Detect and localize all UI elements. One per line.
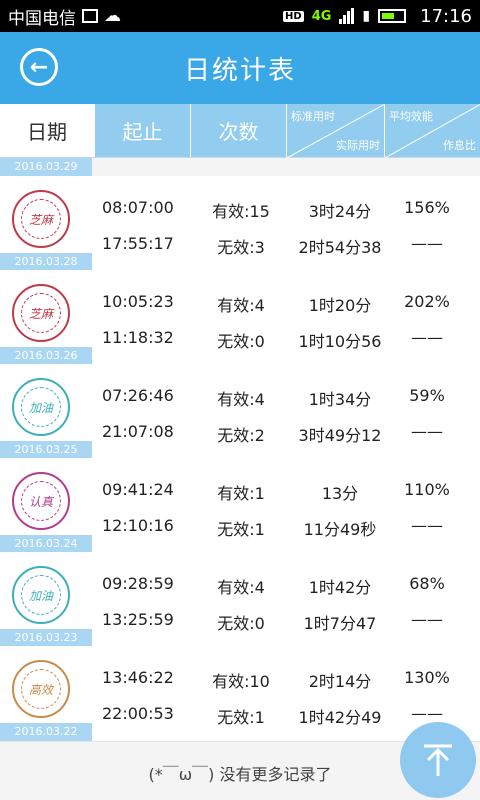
table-row[interactable]: 加油 2016.03.23 09:28:59 13:25:59 有效:4 无效:… <box>0 552 480 648</box>
actual-time: 3时49分12 <box>298 426 382 445</box>
header-date[interactable]: 日期 <box>0 104 94 157</box>
end-time: 22:00:53 <box>102 704 174 723</box>
table-row[interactable]: 认真 2016.03.24 09:41:24 12:10:16 有效:1 无效:… <box>0 458 480 554</box>
actual-time: 1时7分47 <box>303 614 377 633</box>
rest-ratio: —— <box>411 422 443 441</box>
arrow-left-icon: ← <box>29 54 49 80</box>
standard-time: 1时34分 <box>308 390 372 409</box>
invalid-count: 无效:1 <box>217 708 265 727</box>
start-time: 07:26:46 <box>102 386 174 405</box>
valid-count: 有效:4 <box>217 578 265 597</box>
start-time: 09:28:59 <box>102 574 174 593</box>
end-time: 13:25:59 <box>102 610 174 629</box>
stamp-icon: 高效 <box>12 660 70 718</box>
start-time: 08:07:00 <box>102 198 174 217</box>
stamp-text: 芝麻 <box>21 199 61 239</box>
rest-ratio: —— <box>411 704 443 723</box>
table-header: 日期 起止 次数 标准用时 实际用时 平均效能 作息比 <box>0 104 480 158</box>
back-button[interactable]: ← <box>20 48 58 86</box>
valid-count: 有效:10 <box>212 672 270 691</box>
header-rest-ratio: 作息比 <box>443 139 476 152</box>
table-row[interactable]: 芝麻 2016.03.28 08:07:00 17:55:17 有效:15 无效… <box>0 176 480 272</box>
standard-time: 3时24分 <box>308 202 372 221</box>
table-row[interactable]: 高效 2016.03.22 13:46:22 22:00:53 有效:10 无效… <box>0 646 480 742</box>
date-tag: 2016.03.29 <box>0 158 92 176</box>
end-time: 17:55:17 <box>102 234 174 253</box>
stamp-text: 高效 <box>21 669 61 709</box>
stamp-text: 加油 <box>21 575 61 615</box>
standard-time: 1时20分 <box>308 296 372 315</box>
rest-ratio: —— <box>411 328 443 347</box>
scroll-top-button[interactable] <box>400 722 476 798</box>
header-avg-efficiency: 平均效能 <box>389 110 433 123</box>
page-title: 日统计表 <box>183 55 296 86</box>
sim-icon: ▮ <box>362 8 371 24</box>
stamp-icon: 芝麻 <box>12 190 70 248</box>
rest-ratio: —— <box>411 610 443 629</box>
invalid-count: 无效:0 <box>217 614 265 633</box>
actual-time: 11分49秒 <box>303 520 377 539</box>
stamp-icon: 认真 <box>12 472 70 530</box>
start-time: 09:41:24 <box>102 480 174 499</box>
efficiency: 156% <box>404 198 450 217</box>
header-actual-time: 实际用时 <box>336 139 380 152</box>
network-label: 4G <box>311 8 332 24</box>
stamp-icon: 加油 <box>12 378 70 436</box>
table-row[interactable]: 加油 2016.03.25 07:26:46 21:07:08 有效:4 无效:… <box>0 364 480 460</box>
efficiency: 110% <box>404 480 450 499</box>
table-row[interactable]: 芝麻 2016.03.26 10:05:23 11:18:32 有效:4 无效:… <box>0 270 480 366</box>
stamp-text: 认真 <box>21 481 61 521</box>
start-time: 10:05:23 <box>102 292 174 311</box>
date-tag: 2016.03.26 <box>0 347 92 365</box>
actual-time: 2时54分38 <box>298 238 382 257</box>
actual-time: 1时42分49 <box>298 708 382 727</box>
date-tag: 2016.03.23 <box>0 629 92 647</box>
header-cishu: 次数 <box>190 104 286 157</box>
valid-count: 有效:15 <box>212 202 270 221</box>
header-yongshi: 标准用时 实际用时 <box>286 104 385 158</box>
efficiency: 68% <box>409 574 445 593</box>
gallery-icon <box>82 9 98 23</box>
date-tag: 2016.03.25 <box>0 441 92 459</box>
invalid-count: 无效:3 <box>217 238 265 257</box>
efficiency: 202% <box>404 292 450 311</box>
end-time: 11:18:32 <box>102 328 174 347</box>
header-pingjun: 平均效能 作息比 <box>384 104 480 158</box>
actual-time: 1时10分56 <box>298 332 382 351</box>
title-bar: ← 日统计表 <box>0 32 480 104</box>
start-time: 13:46:22 <box>102 668 174 687</box>
stamp-icon: 加油 <box>12 566 70 624</box>
standard-time: 2时14分 <box>308 672 372 691</box>
carrier-label: 中国电信 <box>8 8 76 29</box>
efficiency: 130% <box>404 668 450 687</box>
clock: 17:16 <box>420 5 472 27</box>
valid-count: 有效:4 <box>217 390 265 409</box>
signal-icon <box>339 8 355 24</box>
battery-icon <box>378 9 407 23</box>
invalid-count: 无效:1 <box>217 520 265 539</box>
valid-count: 有效:4 <box>217 296 265 315</box>
end-time: 12:10:16 <box>102 516 174 535</box>
efficiency: 59% <box>409 386 445 405</box>
standard-time: 13分 <box>321 484 359 503</box>
invalid-count: 无效:0 <box>217 332 265 351</box>
invalid-count: 无效:2 <box>217 426 265 445</box>
date-tag: 2016.03.22 <box>0 723 92 741</box>
end-time: 21:07:08 <box>102 422 174 441</box>
date-tag: 2016.03.28 <box>0 253 92 271</box>
header-std-time: 标准用时 <box>291 110 335 123</box>
rest-ratio: —— <box>411 234 443 253</box>
date-tag: 2016.03.24 <box>0 535 92 553</box>
stamp-text: 芝麻 <box>21 293 61 333</box>
valid-count: 有效:1 <box>217 484 265 503</box>
cloud-icon: ☁ <box>104 6 121 26</box>
hd-icon: HD <box>283 10 304 22</box>
rest-ratio: —— <box>411 516 443 535</box>
header-qizhi: 起止 <box>94 104 190 157</box>
standard-time: 1时42分 <box>308 578 372 597</box>
status-bar: 中国电信 ☁ HD 4G ▮ 17:16 <box>0 0 480 32</box>
stamp-icon: 芝麻 <box>12 284 70 342</box>
arrow-up-icon <box>424 744 452 776</box>
stamp-text: 加油 <box>21 387 61 427</box>
